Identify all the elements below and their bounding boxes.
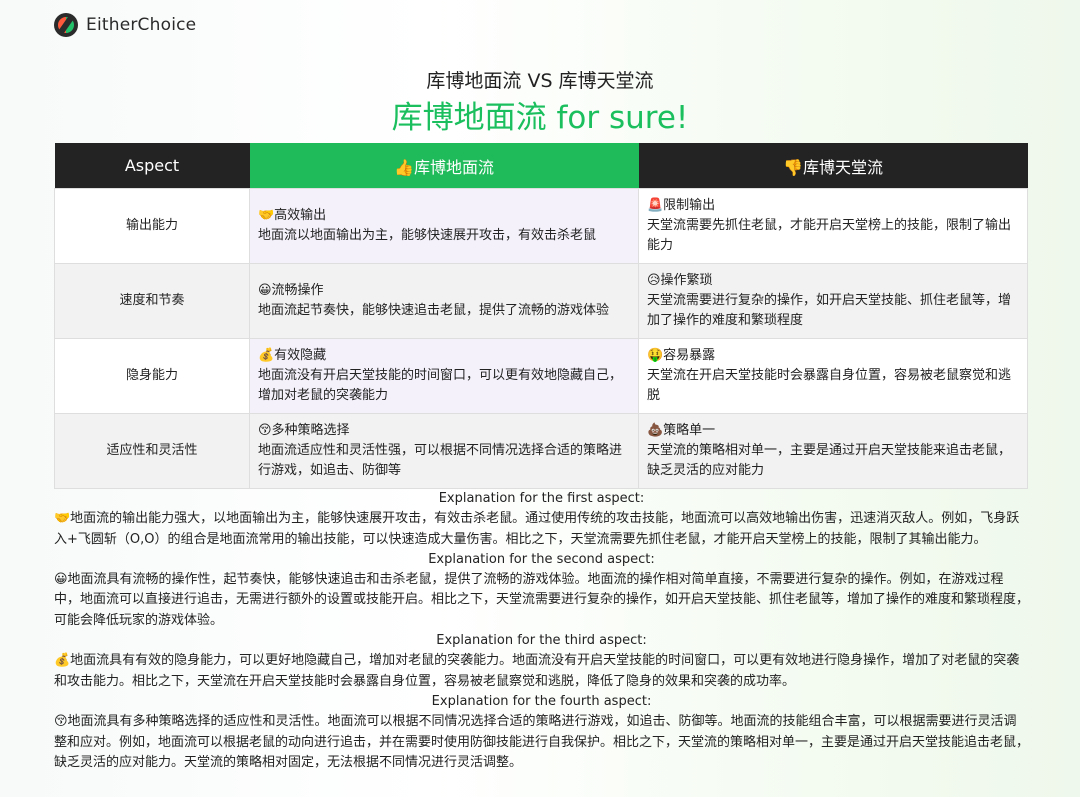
option-a-desc: 地面流以地面输出为主，能够快速展开攻击，有效击杀老鼠 xyxy=(258,228,597,243)
either-choice-logo-icon xyxy=(54,13,78,37)
brand-name: EitherChoice xyxy=(86,15,197,35)
comparison-headline: 库博地面流 VS 库博天堂流 xyxy=(426,70,654,92)
option-b-desc: 天堂流的策略相对单一，主要是通过开启天堂技能来追击老鼠，缺乏灵活的应对能力 xyxy=(647,443,1012,478)
aspect-cell: 输出能力 xyxy=(54,188,250,264)
aspect-cell: 隐身能力 xyxy=(54,338,250,414)
option-a-cell: 🤝高效输出 地面流以地面输出为主，能够快速展开攻击，有效击杀老鼠 xyxy=(249,188,639,264)
comparison-table: Aspect 👍库博地面流 👎库博天堂流 输出能力 🤝高效输出 地面流以地面输出… xyxy=(54,143,1028,489)
explanation-body: 🤝地面流的输出能力强大，以地面输出为主，能够快速展开攻击，有效击杀老鼠。通过使用… xyxy=(54,511,1020,547)
table-header-row: Aspect 👍库博地面流 👎库博天堂流 xyxy=(54,143,1028,189)
header-option-a: 👍库博地面流 xyxy=(249,143,639,189)
option-a-cell: 💰有效隐藏 地面流没有开启天堂技能的时间窗口，可以更有效地隐藏自己，增加对老鼠的… xyxy=(249,338,639,414)
aspect-cell: 适应性和灵活性 xyxy=(54,413,250,489)
option-a-desc: 地面流适应性和灵活性强，可以根据不同情况选择合适的策略进行游戏，如追击、防御等 xyxy=(258,443,623,478)
explanations-section: Explanation for the first aspect: 🤝地面流的输… xyxy=(54,489,1029,773)
option-a-title: 😀流畅操作 xyxy=(258,283,324,298)
header-option-b: 👎库博天堂流 xyxy=(638,143,1028,189)
table-row: 速度和节奏 😀流畅操作 地面流起节奏快，能够快速追击老鼠，提供了流畅的游戏体验 … xyxy=(54,263,1028,339)
explanation-body: 😀地面流具有流畅的操作性，起节奏快，能够快速追击和击杀老鼠，提供了流畅的游戏体验… xyxy=(54,572,1030,628)
verdict-title: 库博地面流 for sure! xyxy=(391,100,689,136)
option-b-desc: 天堂流需要进行复杂的操作，如开启天堂技能、抓住老鼠等，增加了操作的难度和繁琐程度 xyxy=(647,293,1012,328)
option-b-title: 🤑容易暴露 xyxy=(647,348,716,363)
option-a-cell: 😚多种策略选择 地面流适应性和灵活性强，可以根据不同情况选择合适的策略进行游戏，… xyxy=(249,413,639,489)
option-b-cell: 💩策略单一 天堂流的策略相对单一，主要是通过开启天堂技能来追击老鼠，缺乏灵活的应… xyxy=(638,413,1028,489)
brand-logo[interactable]: EitherChoice xyxy=(54,12,196,38)
explanation-heading: Explanation for the second aspect: xyxy=(428,551,655,567)
explanation-heading: Explanation for the fourth aspect: xyxy=(431,693,652,709)
option-a-title: 😚多种策略选择 xyxy=(258,423,350,438)
option-b-title: 😥操作繁琐 xyxy=(647,273,713,288)
aspect-cell: 速度和节奏 xyxy=(54,263,250,339)
table-row: 输出能力 🤝高效输出 地面流以地面输出为主，能够快速展开攻击，有效击杀老鼠 🚨限… xyxy=(54,188,1028,264)
table-row: 隐身能力 💰有效隐藏 地面流没有开启天堂技能的时间窗口，可以更有效地隐藏自己，增… xyxy=(54,338,1028,414)
option-a-cell: 😀流畅操作 地面流起节奏快，能够快速追击老鼠，提供了流畅的游戏体验 xyxy=(249,263,639,339)
header-aspect: Aspect xyxy=(54,143,250,189)
table-row: 适应性和灵活性 😚多种策略选择 地面流适应性和灵活性强，可以根据不同情况选择合适… xyxy=(54,413,1028,489)
option-b-desc: 天堂流需要先抓住老鼠，才能开启天堂榜上的技能，限制了输出能力 xyxy=(647,218,1012,253)
option-b-title: 🚨限制输出 xyxy=(647,198,716,213)
option-b-cell: 😥操作繁琐 天堂流需要进行复杂的操作，如开启天堂技能、抓住老鼠等，增加了操作的难… xyxy=(638,263,1028,339)
option-a-desc: 地面流起节奏快，能够快速追击老鼠，提供了流畅的游戏体验 xyxy=(258,303,610,318)
option-a-title: 💰有效隐藏 xyxy=(258,348,327,363)
explanation-heading: Explanation for the first aspect: xyxy=(438,491,645,506)
option-a-desc: 地面流没有开启天堂技能的时间窗口，可以更有效地隐藏自己，增加对老鼠的突袭能力 xyxy=(258,368,623,403)
option-b-cell: 🤑容易暴露 天堂流在开启天堂技能时会暴露自身位置，容易被老鼠察觉和逃脱 xyxy=(638,338,1028,414)
option-b-cell: 🚨限制输出 天堂流需要先抓住老鼠，才能开启天堂榜上的技能，限制了输出能力 xyxy=(638,188,1028,264)
option-b-title: 💩策略单一 xyxy=(647,423,716,438)
explanation-body: 😚地面流具有多种策略选择的适应性和灵活性。地面流可以根据不同情况选择合适的策略进… xyxy=(54,714,1030,770)
option-b-desc: 天堂流在开启天堂技能时会暴露自身位置，容易被老鼠察觉和逃脱 xyxy=(647,368,1012,403)
explanation-body: 💰地面流具有有效的隐身能力，可以更好地隐藏自己，增加对老鼠的突袭能力。地面流没有… xyxy=(54,653,1020,689)
option-a-title: 🤝高效输出 xyxy=(258,208,327,223)
explanation-heading: Explanation for the third aspect: xyxy=(436,633,647,649)
